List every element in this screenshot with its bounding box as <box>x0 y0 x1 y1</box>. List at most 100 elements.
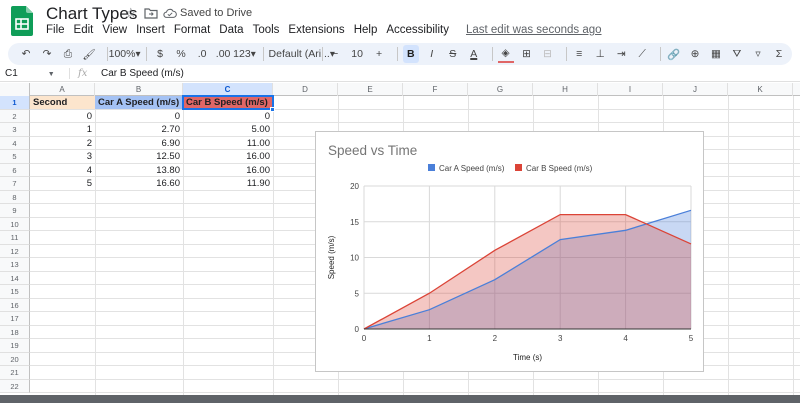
row-header-22[interactable]: 22 <box>0 379 30 393</box>
row-header-5[interactable]: 5 <box>0 150 30 164</box>
row-header-15[interactable]: 15 <box>0 285 30 299</box>
text-color-button[interactable]: A <box>466 45 482 63</box>
paint-format-icon[interactable]: 🖌 <box>81 45 97 63</box>
cell-a1[interactable]: Second <box>30 96 95 109</box>
menu-data[interactable]: Data <box>219 24 243 38</box>
row-header-6[interactable]: 6 <box>0 163 30 177</box>
menu-edit[interactable]: Edit <box>74 24 94 38</box>
menu-file[interactable]: File <box>46 24 65 38</box>
decrease-font-size-icon[interactable]: − <box>327 45 343 63</box>
column-header-g[interactable]: G <box>468 83 533 96</box>
document-title[interactable]: Chart Types <box>46 4 137 24</box>
borders-icon[interactable]: ⊞ <box>519 45 535 63</box>
insert-comment-icon[interactable]: ⊕ <box>687 45 703 63</box>
cell-b6[interactable]: 13.80 <box>95 164 183 177</box>
horizontal-align-icon[interactable]: ≡ <box>571 45 587 63</box>
column-header-k[interactable]: K <box>728 83 793 96</box>
text-wrap-icon[interactable]: ⇥ <box>613 45 629 63</box>
row-header-3[interactable]: 3 <box>0 123 30 137</box>
column-header-a[interactable]: A <box>30 83 95 96</box>
increase-decimal-button[interactable]: .00 <box>215 45 231 63</box>
column-header-d[interactable]: D <box>273 83 338 96</box>
column-header-i[interactable]: I <box>598 83 663 96</box>
more-formats-select[interactable]: 123 ▾ <box>233 45 256 63</box>
row-header-1[interactable]: 1 <box>0 96 30 110</box>
menu-view[interactable]: View <box>102 24 127 38</box>
insert-link-icon[interactable]: 🔗 <box>666 45 682 63</box>
insert-chart-icon[interactable]: ▦ <box>708 45 724 63</box>
row-header-11[interactable]: 11 <box>0 231 30 245</box>
row-header-7[interactable]: 7 <box>0 177 30 191</box>
zoom-select[interactable]: 100% ▾ <box>109 45 141 63</box>
redo-icon[interactable]: ↷ <box>39 45 55 63</box>
decrease-decimal-button[interactable]: .0 <box>194 45 210 63</box>
cell-b3[interactable]: 2.70 <box>95 123 183 136</box>
column-header-h[interactable]: H <box>533 83 598 96</box>
row-header-10[interactable]: 10 <box>0 217 30 231</box>
italic-button[interactable]: I <box>424 45 440 63</box>
cell-b5[interactable]: 12.50 <box>95 150 183 163</box>
row-header-17[interactable]: 17 <box>0 312 30 326</box>
cell-b4[interactable]: 6.90 <box>95 137 183 150</box>
cell-a7[interactable]: 5 <box>30 177 95 190</box>
cell-b1[interactable]: Car A Speed (m/s) <box>95 96 183 109</box>
cell-b2[interactable]: 0 <box>95 110 183 123</box>
fill-color-icon[interactable]: ◈ <box>497 45 514 63</box>
row-header-19[interactable]: 19 <box>0 339 30 353</box>
menu-tools[interactable]: Tools <box>253 24 280 38</box>
row-header-16[interactable]: 16 <box>0 298 30 312</box>
currency-format-button[interactable]: $ <box>152 45 168 63</box>
cell-b7[interactable]: 16.60 <box>95 177 183 190</box>
last-edit-link[interactable]: Last edit was seconds ago <box>466 24 602 38</box>
menu-help[interactable]: Help <box>354 24 378 38</box>
row-header-21[interactable]: 21 <box>0 366 30 380</box>
formula-input[interactable]: Car B Speed (m/s) <box>93 68 184 79</box>
row-header-2[interactable]: 2 <box>0 109 30 123</box>
column-header-l[interactable]: L <box>793 83 800 96</box>
move-folder-icon[interactable] <box>144 6 158 20</box>
strikethrough-button[interactable]: S <box>445 45 461 63</box>
row-header-13[interactable]: 13 <box>0 258 30 272</box>
name-box[interactable]: C1 ▼ <box>0 68 65 79</box>
cell-a4[interactable]: 2 <box>30 137 95 150</box>
row-header-8[interactable]: 8 <box>0 190 30 204</box>
filter-views-icon[interactable]: ▿ <box>750 45 766 63</box>
cell-a2[interactable]: 0 <box>30 110 95 123</box>
filter-icon[interactable]: ⛛ <box>729 45 745 63</box>
menu-accessibility[interactable]: Accessibility <box>386 24 449 38</box>
text-rotation-icon[interactable]: ⟋ <box>634 45 650 63</box>
row-header-12[interactable]: 12 <box>0 244 30 258</box>
percent-format-button[interactable]: % <box>173 45 189 63</box>
cloud-saved-icon[interactable] <box>163 6 177 20</box>
print-icon[interactable]: ⎙ <box>60 45 76 63</box>
cell-a5[interactable]: 3 <box>30 150 95 163</box>
embedded-chart[interactable]: Speed vs Time 0 5 10 15 20 0 1 2 3 4 5 Time (s) Spee… <box>315 131 704 372</box>
bottom-scrollbar[interactable] <box>0 395 800 403</box>
cell-c3[interactable]: 5.00 <box>183 123 273 136</box>
fill-handle[interactable] <box>270 106 275 112</box>
cell-c7[interactable]: 11.90 <box>183 177 273 190</box>
cell-c4[interactable]: 11.00 <box>183 137 273 150</box>
functions-icon[interactable]: Σ <box>771 45 787 63</box>
cell-c5[interactable]: 16.00 <box>183 150 273 163</box>
row-header-4[interactable]: 4 <box>0 136 30 150</box>
font-select[interactable]: Default (Ari... ▾ <box>269 45 335 63</box>
font-size-input[interactable]: 10 <box>348 45 366 63</box>
menu-format[interactable]: Format <box>174 24 210 38</box>
star-icon[interactable]: ☆ <box>125 5 139 20</box>
row-header-20[interactable]: 20 <box>0 352 30 366</box>
column-header-b[interactable]: B <box>95 83 183 96</box>
cell-a6[interactable]: 4 <box>30 164 95 177</box>
vertical-align-icon[interactable]: ⊥ <box>592 45 608 63</box>
sheets-logo-icon[interactable] <box>11 6 33 36</box>
bold-button[interactable]: B <box>402 45 419 63</box>
merge-cells-icon[interactable]: ⊟ <box>540 45 556 63</box>
menu-extensions[interactable]: Extensions <box>288 24 344 38</box>
row-header-14[interactable]: 14 <box>0 271 30 285</box>
column-header-e[interactable]: E <box>338 83 403 96</box>
row-header-9[interactable]: 9 <box>0 204 30 218</box>
column-header-j[interactable]: J <box>663 83 728 96</box>
row-header-18[interactable]: 18 <box>0 325 30 339</box>
column-header-f[interactable]: F <box>403 83 468 96</box>
menu-insert[interactable]: Insert <box>136 24 165 38</box>
